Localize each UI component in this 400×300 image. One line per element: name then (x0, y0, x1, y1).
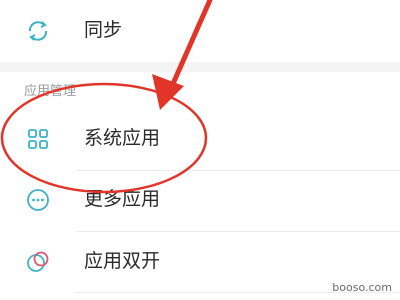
settings-item-label: 应用双开 (84, 250, 161, 272)
settings-item-label: 系统应用 (84, 127, 161, 149)
sync-icon (28, 21, 48, 41)
settings-item-label: 更多应用 (84, 188, 161, 210)
watermark-text: booso.com (332, 281, 392, 294)
grid-apps-icon (28, 129, 48, 149)
section-gap (0, 62, 400, 72)
settings-item-system-apps[interactable]: 系统应用 (0, 108, 400, 170)
settings-item-label: 同步 (84, 19, 123, 41)
settings-item-sync[interactable]: 同步 (0, 0, 400, 62)
settings-item-more-apps[interactable]: 更多应用 (0, 171, 400, 231)
more-dots-icon (27, 189, 49, 211)
section-title-app-management: 应用管理 (24, 84, 77, 99)
dual-apps-icon (27, 251, 49, 272)
